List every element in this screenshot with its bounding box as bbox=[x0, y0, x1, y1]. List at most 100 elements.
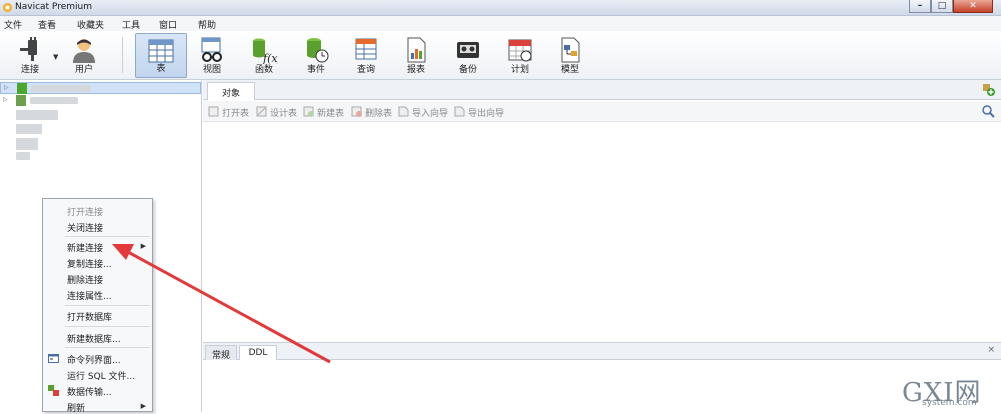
ctx-separator bbox=[65, 347, 150, 348]
toolbar-report-button[interactable]: 报表 bbox=[396, 33, 436, 78]
restore-button[interactable]: □ bbox=[931, 0, 953, 13]
plug-icon bbox=[20, 37, 37, 61]
ctx-run-sql-file[interactable]: 运行 SQL 文件... bbox=[43, 367, 152, 382]
tab-objects[interactable]: 对象 bbox=[207, 82, 255, 100]
open-table-label: 打开表 bbox=[222, 109, 250, 119]
site-watermark: GXI网 system.com bbox=[902, 372, 998, 410]
ctx-delete-connection[interactable]: 删除连接 bbox=[43, 271, 152, 286]
delete-table-label: 删除表 bbox=[365, 109, 393, 119]
ctx-separator bbox=[65, 305, 150, 306]
menu-file[interactable]: 文件 bbox=[4, 18, 22, 31]
close-button[interactable]: ✕ bbox=[953, 0, 993, 13]
toolbar-user-button[interactable]: 用户 bbox=[62, 33, 106, 78]
watermark-domain-text: system.com bbox=[922, 398, 977, 408]
redacted-text bbox=[30, 97, 78, 104]
ctx-label: 打开连接 bbox=[67, 208, 104, 218]
ctx-label: 新建连接 bbox=[67, 244, 104, 254]
delete-table-icon bbox=[351, 106, 362, 117]
ctx-console[interactable]: 命令列界面... bbox=[43, 351, 152, 366]
search-icon[interactable] bbox=[982, 105, 995, 118]
toolbar-connect-button[interactable]: 连接 bbox=[8, 33, 52, 78]
ctx-new-connection[interactable]: 新建连接 ▶ bbox=[43, 239, 152, 254]
menu-window[interactable]: 窗口 bbox=[159, 18, 177, 31]
submenu-arrow-icon: ▶ bbox=[140, 242, 146, 250]
close-info-panel-icon[interactable]: × bbox=[987, 345, 995, 355]
toolbar-report-label: 报表 bbox=[406, 65, 425, 75]
toolbar-backup-button[interactable]: 备份 bbox=[448, 33, 488, 78]
ctx-open-connection[interactable]: 打开连接 bbox=[43, 203, 152, 218]
object-list-area[interactable] bbox=[203, 122, 1001, 342]
menu-help[interactable]: 帮助 bbox=[198, 18, 216, 31]
ctx-label: 刷新 bbox=[67, 404, 86, 414]
info-tab-bar: 常规 DDL × bbox=[203, 342, 1001, 361]
expand-arrow-icon[interactable]: ▷ bbox=[3, 96, 8, 103]
function-icon: f(x) bbox=[253, 38, 278, 64]
object-tab-bar: 对象 bbox=[203, 80, 1001, 100]
minimize-button[interactable]: – bbox=[909, 0, 931, 13]
backup-icon bbox=[457, 42, 479, 58]
title-bar: Navicat Premium – □ ✕ bbox=[0, 0, 1001, 16]
ctx-label: 打开数据库 bbox=[67, 313, 113, 323]
ctx-open-database[interactable]: 打开数据库 bbox=[43, 308, 152, 323]
toolbar-connect-label: 连接 bbox=[20, 65, 39, 75]
console-icon bbox=[48, 354, 59, 363]
tab-ddl[interactable]: DDL bbox=[239, 345, 277, 361]
redacted-text bbox=[31, 85, 91, 92]
connection-icon bbox=[17, 83, 27, 94]
toolbar-user-label: 用户 bbox=[74, 65, 93, 75]
menu-favorites[interactable]: 收藏夹 bbox=[77, 18, 104, 31]
view-icon bbox=[201, 37, 222, 62]
toolbar-schedule-label: 计划 bbox=[510, 65, 529, 75]
ctx-label: 运行 SQL 文件... bbox=[67, 372, 136, 382]
ctx-separator bbox=[65, 326, 150, 327]
design-table-icon bbox=[256, 106, 267, 117]
ctx-new-database[interactable]: 新建数据库... bbox=[43, 330, 152, 345]
tree-item-connection[interactable]: ▷ bbox=[0, 82, 201, 94]
menu-tools[interactable]: 工具 bbox=[122, 18, 140, 31]
minimize-icon: – bbox=[917, 0, 923, 11]
ctx-separator bbox=[65, 236, 150, 237]
redacted-text bbox=[16, 152, 30, 160]
submenu-arrow-icon: ▶ bbox=[140, 402, 146, 410]
navicat-logo-icon bbox=[2, 2, 13, 13]
report-icon bbox=[407, 37, 426, 63]
toolbar-table-button[interactable]: 表 bbox=[135, 33, 187, 78]
menu-bar: 文件 查看 收藏夹 工具 窗口 帮助 bbox=[0, 16, 1001, 31]
toolbar-model-button[interactable]: 模型 bbox=[550, 33, 590, 78]
main-toolbar: 连接 ▼ 用户 表 视图 f(x) 函数 bbox=[0, 31, 1001, 80]
toolbar-table-label: 表 bbox=[156, 64, 166, 74]
toolbar-query-button[interactable]: 查询 bbox=[346, 33, 386, 78]
info-content-area bbox=[203, 360, 1001, 412]
toolbar-schedule-button[interactable]: 计划 bbox=[498, 33, 542, 78]
connect-dropdown-icon[interactable]: ▼ bbox=[53, 53, 58, 61]
toolbar-function-label: 函数 bbox=[254, 65, 273, 75]
open-table-icon bbox=[208, 106, 219, 117]
ctx-label: 数据传输... bbox=[67, 388, 112, 398]
event-icon bbox=[307, 38, 329, 63]
expand-arrow-icon[interactable]: ▷ bbox=[4, 84, 9, 91]
toolbar-view-label: 视图 bbox=[202, 65, 221, 75]
add-tab-icon[interactable] bbox=[983, 84, 995, 96]
tab-general[interactable]: 常规 bbox=[205, 345, 237, 361]
restore-icon: □ bbox=[937, 0, 947, 11]
toolbar-view-button[interactable]: 视图 bbox=[192, 33, 232, 78]
window-title: Navicat Premium bbox=[15, 2, 92, 12]
toolbar-event-button[interactable]: 事件 bbox=[296, 33, 336, 78]
ctx-duplicate-connection[interactable]: 复制连接... bbox=[43, 255, 152, 270]
import-icon bbox=[398, 106, 409, 117]
ctx-label: 删除连接 bbox=[67, 276, 104, 286]
transfer-icon bbox=[48, 385, 59, 396]
query-icon bbox=[355, 38, 377, 60]
menu-view[interactable]: 查看 bbox=[38, 18, 56, 31]
ctx-label: 新建数据库... bbox=[67, 335, 121, 345]
ctx-label: 关闭连接 bbox=[67, 224, 104, 234]
ctx-close-connection[interactable]: 关闭连接 bbox=[43, 219, 152, 234]
ctx-connection-properties[interactable]: 连接属性... bbox=[43, 287, 152, 302]
export-wizard-label: 导出向导 bbox=[468, 109, 505, 119]
tree-item-connection[interactable]: ▷ bbox=[0, 95, 201, 107]
toolbar-query-label: 查询 bbox=[356, 65, 375, 75]
ctx-label: 命令列界面... bbox=[67, 356, 121, 366]
connection-icon bbox=[16, 95, 26, 106]
ctx-data-transfer[interactable]: 数据传输... bbox=[43, 383, 152, 398]
toolbar-function-button[interactable]: f(x) 函数 bbox=[244, 33, 284, 78]
